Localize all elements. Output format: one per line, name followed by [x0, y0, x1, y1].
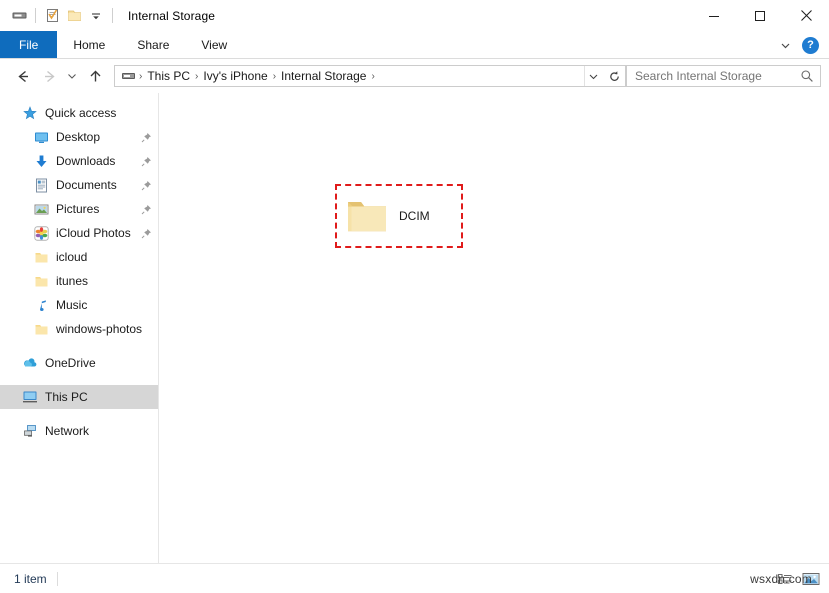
file-explorer-window: Internal Storage File Home Share View ? — [0, 0, 829, 593]
sidebar-item-label: windows-photos — [56, 322, 152, 336]
sidebar-item-music[interactable]: Music — [0, 293, 158, 317]
documents-icon — [33, 177, 49, 193]
file-item-dcim[interactable]: DCIM — [335, 184, 463, 248]
address-history-chevron-down-icon[interactable] — [584, 66, 602, 86]
qat-divider-1 — [35, 8, 36, 23]
network-icon — [22, 423, 38, 439]
sidebar-item-label: Network — [45, 424, 152, 438]
sidebar-item-label: OneDrive — [45, 356, 152, 370]
tab-view[interactable]: View — [185, 31, 243, 58]
sidebar-item-label: icloud — [56, 250, 152, 264]
tab-file[interactable]: File — [0, 31, 57, 58]
sidebar-group-gap-3 — [0, 409, 158, 419]
pin-icon[interactable] — [140, 132, 152, 143]
details-view-button[interactable] — [775, 569, 795, 589]
search-icon[interactable] — [800, 69, 814, 83]
desktop-icon — [33, 129, 49, 145]
sidebar-item-label: Quick access — [45, 106, 152, 120]
sidebar-item-label: Music — [56, 298, 152, 312]
this-pc-icon — [22, 389, 38, 405]
icloud-photos-icon — [33, 225, 49, 241]
file-list-pane[interactable]: DCIM — [159, 93, 829, 563]
new-folder-icon[interactable] — [63, 5, 85, 27]
folder-icon — [33, 321, 49, 337]
file-item-label: DCIM — [399, 209, 430, 223]
chevron-down-icon[interactable] — [85, 5, 107, 27]
view-mode-buttons — [775, 564, 821, 593]
forward-button[interactable] — [36, 63, 62, 89]
explorer-body: Quick access Desktop — [0, 93, 829, 563]
search-box[interactable] — [626, 65, 821, 87]
large-icons-view-button[interactable] — [801, 569, 821, 589]
address-bar[interactable]: › This PC › Ivy's iPhone › Internal Stor… — [114, 65, 605, 87]
sidebar-item-icloud-photos[interactable]: iCloud Photos — [0, 221, 158, 245]
help-button[interactable]: ? — [802, 37, 819, 54]
breadcrumb-item-this-pc[interactable]: This PC — [143, 69, 194, 83]
navigation-pane[interactable]: Quick access Desktop — [0, 93, 159, 563]
breadcrumb-item-iphone[interactable]: Ivy's iPhone — [199, 69, 271, 83]
drive-icon[interactable] — [8, 5, 30, 27]
window-controls — [691, 0, 829, 31]
pin-icon[interactable] — [140, 228, 152, 239]
search-input[interactable] — [635, 69, 800, 83]
sidebar-item-network[interactable]: Network — [0, 419, 158, 443]
sidebar-item-itunes[interactable]: itunes — [0, 269, 158, 293]
breadcrumb-separator-3[interactable]: › — [370, 71, 375, 82]
sidebar-item-this-pc[interactable]: This PC — [0, 385, 158, 409]
sidebar-item-label: Pictures — [56, 202, 140, 216]
sidebar-item-icloud[interactable]: icloud — [0, 245, 158, 269]
window-title: Internal Storage — [128, 9, 215, 23]
ribbon-right-controls: ? — [774, 31, 825, 59]
recent-locations-chevron-down-icon[interactable] — [62, 63, 82, 89]
back-button[interactable] — [10, 63, 36, 89]
pin-icon[interactable] — [140, 204, 152, 215]
sidebar-item-downloads[interactable]: Downloads — [0, 149, 158, 173]
qat-divider-2 — [112, 8, 113, 23]
pin-icon[interactable] — [140, 180, 152, 191]
folder-icon — [343, 198, 391, 234]
folder-icon — [33, 249, 49, 265]
sidebar-item-label: Downloads — [56, 154, 140, 168]
sidebar-item-label: itunes — [56, 274, 152, 288]
music-icon — [33, 297, 49, 313]
ribbon-tab-strip: File Home Share View ? — [0, 31, 829, 59]
download-icon — [33, 153, 49, 169]
breadcrumb-item-internal-storage[interactable]: Internal Storage — [277, 69, 370, 83]
sidebar-group-gap-2 — [0, 375, 158, 385]
sidebar-item-quick-access[interactable]: Quick access — [0, 101, 158, 125]
onedrive-icon — [22, 355, 38, 371]
pin-icon[interactable] — [140, 156, 152, 167]
sidebar-item-windows-photos[interactable]: windows-photos — [0, 317, 158, 341]
minimize-button[interactable] — [691, 0, 737, 31]
sidebar-item-label: Documents — [56, 178, 140, 192]
refresh-button[interactable] — [604, 65, 626, 87]
up-button[interactable] — [82, 63, 108, 89]
sidebar-item-pictures[interactable]: Pictures — [0, 197, 158, 221]
status-divider — [57, 572, 58, 586]
title-bar: Internal Storage — [0, 0, 829, 31]
breadcrumb-drive-icon — [119, 70, 138, 83]
quick-access-toolbar — [0, 0, 118, 31]
sidebar-item-label: This PC — [45, 390, 152, 404]
navigation-bar: › This PC › Ivy's iPhone › Internal Stor… — [0, 59, 829, 93]
properties-icon[interactable] — [41, 5, 63, 27]
sidebar-item-label: iCloud Photos — [56, 226, 140, 240]
folder-icon — [33, 273, 49, 289]
sidebar-item-documents[interactable]: Documents — [0, 173, 158, 197]
tab-share[interactable]: Share — [121, 31, 185, 58]
close-button[interactable] — [783, 0, 829, 31]
pictures-icon — [33, 201, 49, 217]
maximize-button[interactable] — [737, 0, 783, 31]
status-bar: 1 item — [0, 563, 829, 593]
sidebar-item-onedrive[interactable]: OneDrive — [0, 351, 158, 375]
item-count-label: 1 item — [14, 572, 47, 586]
sidebar-item-desktop[interactable]: Desktop — [0, 125, 158, 149]
tab-home[interactable]: Home — [57, 31, 121, 58]
sidebar-item-label: Desktop — [56, 130, 140, 144]
ribbon-expand-chevron-down-icon[interactable] — [774, 34, 796, 56]
star-icon — [22, 105, 38, 121]
sidebar-group-gap-1 — [0, 341, 158, 351]
